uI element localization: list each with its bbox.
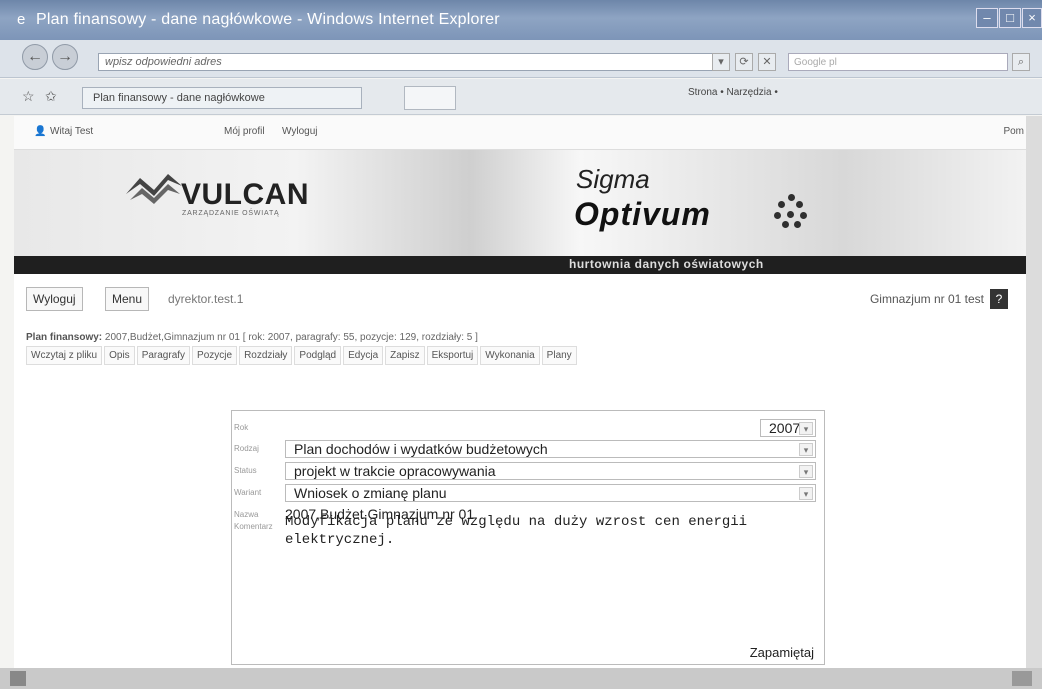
- plan-info-label: Plan finansowy:: [26, 332, 103, 343]
- vulcan-subtitle: ZARZĄDZANIE OŚWIATĄ: [182, 210, 280, 217]
- minimize-button[interactable]: –: [976, 8, 998, 28]
- status-select[interactable]: projekt w trakcie opracowywania ▾: [285, 462, 816, 480]
- user-icon: 👤: [34, 126, 47, 137]
- plan-info-value: 2007,Budżet,Gimnazjum nr 01 [ rok: 2007,…: [104, 332, 478, 343]
- left-scroll-icon[interactable]: [10, 671, 26, 686]
- type-select[interactable]: Plan dochodów i wydatków budżetowych ▾: [285, 440, 816, 458]
- sigma-title: Sigma: [576, 164, 650, 194]
- refresh-icon[interactable]: ⟳: [735, 53, 753, 71]
- status-row: Status projekt w trakcie opracowywania ▾: [232, 460, 824, 482]
- tab-positions[interactable]: Pozycje: [192, 346, 238, 365]
- type-row: Rodzaj Plan dochodów i wydatków budżetow…: [232, 438, 824, 460]
- tab-paragraphs[interactable]: Paragrafy: [136, 346, 191, 365]
- favorites-bar: ☆ ✩ Plan finansowy - dane nagłówkowe Str…: [0, 79, 1042, 115]
- internet-explorer-icon: e: [17, 11, 26, 28]
- status-value: projekt w trakcie opracowywania: [294, 463, 496, 479]
- variant-label: Wariant: [234, 488, 262, 497]
- add-favorites-icon[interactable]: ✩: [45, 88, 57, 105]
- app-toolbar: Wyloguj Menu dyrektor.test.1 Gimnazjum n…: [26, 287, 1016, 313]
- help-link[interactable]: Pom: [1003, 126, 1024, 137]
- address-input[interactable]: wpisz odpowiedni adres: [98, 53, 714, 71]
- vertical-scrollbar[interactable]: [1026, 116, 1042, 668]
- optivum-title: Optivum: [574, 196, 711, 232]
- stop-icon[interactable]: ✕: [758, 53, 776, 71]
- remember-button[interactable]: Zapamiętaj: [750, 645, 814, 660]
- variant-value: Wniosek o zmianę planu: [294, 485, 447, 501]
- welcome-text: Witaj Test: [50, 126, 94, 137]
- year-row: Rok 2007 ▾: [232, 417, 824, 439]
- window: e Plan finansowy - dane nagłówkowe - Win…: [0, 0, 1042, 689]
- vulcan-title: VULCAN: [181, 178, 309, 211]
- address-dropdown-icon[interactable]: ▾: [712, 53, 730, 71]
- tab-edit[interactable]: Edycja: [343, 346, 384, 365]
- chevron-down-icon: ▾: [799, 487, 813, 500]
- tab-save[interactable]: Zapisz: [385, 346, 425, 365]
- tab-executions[interactable]: Wykonania: [480, 346, 540, 365]
- variant-row: Wariant Wniosek o zmianę planu ▾: [232, 482, 824, 504]
- type-label: Rodzaj: [234, 444, 259, 453]
- profile-link[interactable]: Mój profil: [224, 126, 265, 137]
- optivum-dots-icon: [774, 194, 808, 228]
- comment-textarea[interactable]: Modyfikacja planu ze względu na duży wzr…: [285, 513, 825, 643]
- browser-tab[interactable]: Plan finansowy - dane nagłówkowe: [82, 87, 362, 109]
- user-name: dyrektor.test.1: [168, 292, 244, 306]
- tab-export[interactable]: Eksportuj: [426, 346, 479, 365]
- plan-tabs: Wczytaj z pliku Opis Paragrafy Pozycje Rozdz…: [26, 346, 579, 368]
- maximize-button[interactable]: □: [999, 8, 1021, 28]
- right-scroll-icon[interactable]: [1012, 671, 1032, 686]
- navigation-bar: ← → wpisz odpowiedni adres ▾ ⟳ ✕ Google …: [0, 40, 1042, 78]
- new-tab-button[interactable]: [404, 86, 456, 110]
- logout-button[interactable]: Wyloguj: [26, 287, 83, 311]
- banner-strip: hurtownia danych oświatowych: [14, 256, 1026, 274]
- tab-plans[interactable]: Plany: [541, 346, 577, 365]
- window-title: Plan finansowy - dane nagłówkowe - Windo…: [36, 11, 500, 28]
- vulcan-mark-icon: [126, 174, 182, 204]
- tab-preview[interactable]: Podgląd: [294, 346, 342, 365]
- help-button[interactable]: ?: [990, 289, 1008, 309]
- menu-button[interactable]: Menu: [105, 287, 150, 311]
- variant-select[interactable]: Wniosek o zmianę planu ▾: [285, 484, 816, 502]
- search-icon[interactable]: ⌕: [1012, 53, 1030, 71]
- forward-icon[interactable]: →: [52, 44, 78, 70]
- close-button[interactable]: ×: [1022, 8, 1042, 28]
- year-value: 2007: [769, 420, 801, 436]
- title-bar: e Plan finansowy - dane nagłówkowe - Win…: [0, 0, 1042, 40]
- tab-chapters[interactable]: Rozdziały: [239, 346, 293, 365]
- tab-load-file[interactable]: Wczytaj z pliku: [26, 346, 103, 365]
- top-menu: 👤 Witaj Test Mój profil Wyloguj Pom: [14, 116, 1026, 150]
- status-bar: [0, 668, 1042, 689]
- school-name: Gimnazjum nr 01 test: [869, 292, 984, 306]
- favorites-star-icon[interactable]: ☆: [22, 88, 35, 105]
- status-label: Status: [234, 466, 257, 475]
- chevron-down-icon: ▾: [799, 465, 813, 478]
- year-label: Rok: [234, 423, 249, 432]
- type-value: Plan dochodów i wydatków budżetowych: [294, 441, 548, 457]
- chevron-down-icon: ▾: [799, 443, 813, 456]
- year-select[interactable]: 2007 ▾: [760, 419, 816, 437]
- plan-form: Rok 2007 ▾ Rodzaj Plan dochodów i wydatk…: [231, 410, 825, 665]
- search-input[interactable]: Google pl: [788, 53, 1008, 71]
- back-icon[interactable]: ←: [22, 44, 48, 70]
- banner-tagline: hurtownia danych oświatowych: [569, 257, 764, 271]
- tab-description[interactable]: Opis: [104, 346, 135, 365]
- banner: VULCAN ZARZĄDZANIE OŚWIATĄ Sigma Optivum: [14, 150, 1026, 256]
- chevron-down-icon: ▾: [799, 422, 813, 435]
- logout-link[interactable]: Wyloguj: [282, 126, 317, 137]
- browser-tools[interactable]: Strona • Narzędzia •: [688, 87, 778, 107]
- plan-info: Plan finansowy: 2007,Budżet,Gimnazjum nr…: [26, 332, 478, 343]
- comment-label: Komentarz: [234, 522, 273, 531]
